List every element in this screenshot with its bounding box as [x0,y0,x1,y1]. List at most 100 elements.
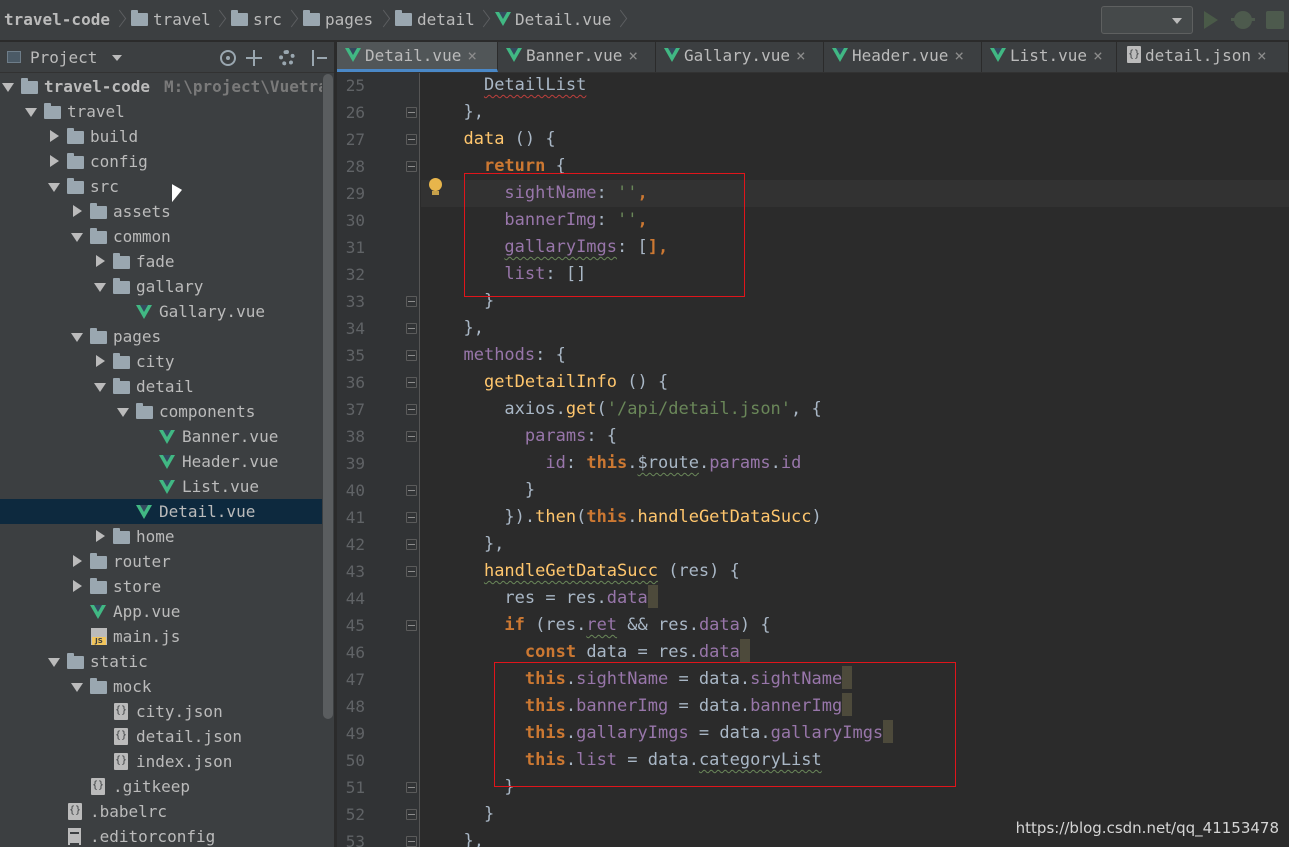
breadcrumb-item[interactable]: pages [303,10,373,30]
collapse-arrow-icon[interactable] [48,124,60,149]
tree-item-label: common [113,224,171,249]
collapse-arrow-icon[interactable] [94,249,106,274]
editor-tab[interactable]: detail.json × [1117,42,1289,72]
close-icon[interactable]: × [1257,42,1267,70]
tree-folder-item[interactable]: detail [0,374,322,399]
expand-arrow-icon[interactable] [48,649,60,674]
fold-marker-icon[interactable] [406,566,417,577]
collapse-arrow-icon[interactable] [94,349,106,374]
chevron-down-icon[interactable] [112,55,122,61]
collapse-arrow-icon[interactable] [48,149,60,174]
tree-folder-item[interactable]: fade [0,249,322,274]
breadcrumb-item[interactable]: Detail.vue [495,10,611,30]
tree-folder-item[interactable]: travel [0,99,322,124]
collapse-arrow-icon[interactable] [71,199,83,224]
fold-marker-icon[interactable] [406,134,417,145]
tree-folder-item[interactable]: gallary [0,274,322,299]
expand-arrow-icon[interactable] [25,99,37,124]
run-configuration-select[interactable] [1101,6,1193,34]
tree-file-item[interactable]: App.vue [0,599,322,624]
intention-bulb-icon[interactable] [429,178,442,195]
coverage-icon[interactable] [1266,11,1284,29]
close-icon[interactable]: × [628,42,638,70]
tree-file-item[interactable]: .babelrc [0,798,322,824]
close-icon[interactable]: × [954,42,964,70]
run-icon[interactable] [1204,11,1218,29]
expand-arrow-icon[interactable] [2,74,14,99]
code-editor[interactable]: 25 26 27 28 29 30 31 32 33 34 35 36 37 38 39 40 41 42 43 44… [337,73,1289,847]
tree-folder-item[interactable]: travel-code M:\project\Vuetra [0,74,322,99]
fold-marker-icon[interactable] [406,107,417,118]
expand-arrow-icon[interactable] [94,374,106,399]
collapse-arrow-icon[interactable] [71,574,83,599]
fold-marker-icon[interactable] [406,485,417,496]
fold-marker-icon[interactable] [406,836,417,847]
tree-folder-item[interactable]: home [0,524,322,549]
hide-panel-icon[interactable] [312,50,328,66]
close-icon[interactable]: × [796,42,806,70]
tree-folder-item[interactable]: mock [0,674,322,699]
fold-marker-icon[interactable] [406,539,417,550]
fold-marker-icon[interactable] [406,377,417,388]
breadcrumb-item[interactable]: detail [395,10,475,30]
fold-marker-icon[interactable] [406,782,417,793]
tree-folder-item[interactable]: pages [0,324,322,349]
tree-folder-item[interactable]: router [0,549,322,574]
expand-arrow-icon[interactable] [71,324,83,349]
collapse-arrow-icon[interactable] [94,524,106,549]
gear-icon[interactable] [279,50,295,66]
tree-folder-item[interactable]: src [0,174,322,199]
tree-folder-item[interactable]: build [0,124,322,149]
tree-file-item[interactable]: .gitkeep [0,773,322,799]
tree-file-item[interactable]: Gallary.vue [0,299,322,324]
editor-tab[interactable]: Header.vue × [824,42,982,72]
expand-arrow-icon[interactable] [48,174,60,199]
breadcrumb-item[interactable]: src [231,10,282,30]
close-icon[interactable]: × [467,42,477,70]
tree-folder-item[interactable]: components [0,399,322,424]
tree-folder-item[interactable]: common [0,224,322,249]
editor-tab[interactable]: Detail.vue × [337,42,498,72]
tree-file-item[interactable]: Header.vue [0,449,322,474]
locate-file-icon[interactable] [220,50,236,66]
fold-marker-icon[interactable] [406,404,417,415]
editor-tab[interactable]: List.vue × [982,42,1117,72]
tree-file-item[interactable]: .editorconfig [0,824,322,847]
editor-tab[interactable]: Banner.vue × [498,42,656,72]
debug-icon[interactable] [1231,11,1255,29]
close-icon[interactable]: × [1093,42,1103,70]
tree-file-item[interactable]: List.vue [0,474,322,499]
expand-arrow-icon[interactable] [71,224,83,249]
code-line: params: { [443,423,617,450]
tree-folder-item[interactable]: static [0,649,322,674]
expand-arrow-icon[interactable] [94,274,106,299]
fold-marker-icon[interactable] [406,512,417,523]
project-view-select[interactable]: Project [30,48,97,67]
breadcrumb-item[interactable]: travel [131,10,211,30]
fold-marker-icon[interactable] [406,296,417,307]
editor-tab[interactable]: Gallary.vue × [656,42,824,72]
tree-file-item[interactable]: city.json [0,698,322,724]
tree-file-item[interactable]: index.json [0,748,322,774]
fold-marker-icon[interactable] [406,620,417,631]
tree-file-item[interactable]: detail.json [0,723,322,749]
collapse-arrow-icon[interactable] [71,549,83,574]
tree-folder-item[interactable]: city [0,349,322,374]
tree-scrollbar[interactable] [323,74,333,719]
fold-marker-icon[interactable] [406,350,417,361]
tree-folder-item[interactable]: assets [0,199,322,224]
fold-marker-icon[interactable] [406,161,417,172]
expand-arrow-icon[interactable] [117,399,129,424]
collapse-all-icon[interactable] [246,50,262,66]
tree-file-item[interactable]: main.js [0,624,322,649]
breadcrumb-item[interactable]: travel-code [4,10,110,30]
tree-file-item[interactable]: Banner.vue [0,424,322,449]
tree-folder-item[interactable]: config [0,149,322,174]
fold-marker-icon[interactable] [406,323,417,334]
tree-file-item[interactable]: Detail.vue [0,499,322,524]
fold-marker-icon[interactable] [406,809,417,820]
tree-folder-item[interactable]: store [0,574,322,599]
folder-icon [90,574,110,599]
fold-marker-icon[interactable] [406,431,417,442]
expand-arrow-icon[interactable] [71,674,83,699]
